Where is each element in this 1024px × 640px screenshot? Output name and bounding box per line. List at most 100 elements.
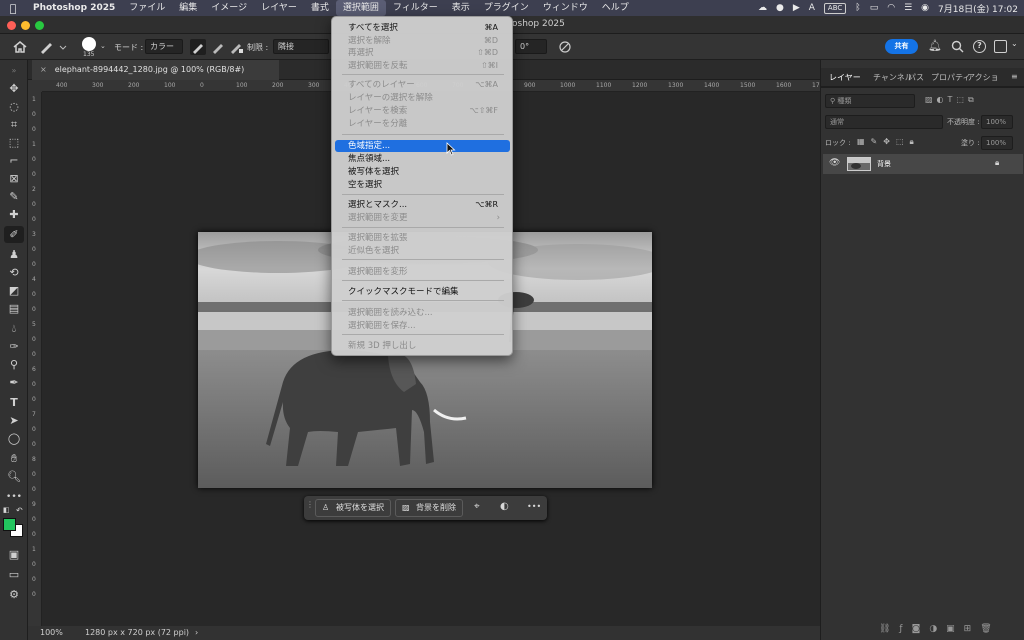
document-tab[interactable]: × elephant-8994442_1280.jpg @ 100% (RGB/8… [32, 60, 279, 80]
dodge-tool-icon[interactable]: ✑ [4, 338, 24, 355]
menu-item-new-3d-extrusion[interactable]: 新規 3D 押し出し [335, 340, 510, 352]
default-colors-icon[interactable]: ◧ [3, 506, 10, 514]
menu-file[interactable]: ファイル [122, 0, 172, 16]
blur-tool-icon[interactable]: 💧︎ [4, 320, 24, 337]
menu-edit[interactable]: 編集 [172, 0, 204, 16]
line-icon[interactable]: ● [776, 3, 784, 13]
menubar-clock[interactable]: 7月18日(金) 17:02 [938, 2, 1018, 15]
mode-select[interactable]: カラー [145, 39, 183, 54]
quick-mask-icon[interactable]: ▣ [4, 546, 24, 563]
menu-item-save-selection[interactable]: 選択範囲を保存... [335, 320, 510, 332]
ruler-origin[interactable] [28, 80, 42, 92]
menu-filter[interactable]: フィルター [386, 0, 445, 16]
search-icon[interactable] [951, 40, 964, 53]
close-tab-icon[interactable]: × [40, 65, 47, 74]
menu-item-all-layers[interactable]: すべてのレイヤー ⌥⌘A [335, 79, 510, 91]
tab-properties[interactable]: プロパティ [931, 72, 971, 83]
menu-help[interactable]: ヘルプ [595, 0, 636, 16]
panel-menu-icon[interactable]: ≡ [1011, 72, 1018, 81]
zoom-window-icon[interactable] [35, 21, 44, 30]
menu-item-select-subject[interactable]: 被写体を選択 [335, 166, 510, 178]
menu-item-isolate-layers[interactable]: レイヤーを分離 [335, 118, 510, 130]
spot-healing-icon[interactable]: ✚ [4, 206, 24, 223]
layer-filter-select[interactable]: ⚲ 種類 [825, 94, 915, 108]
menu-item-reselect[interactable]: 再選択 ⇧⌘D [335, 47, 510, 59]
more-tools-icon[interactable]: ••• [4, 488, 24, 505]
menu-item-color-range[interactable]: 色域指定... [335, 140, 510, 152]
menu-item-focus-area[interactable]: 焦点領域... [335, 153, 510, 165]
menu-plugins[interactable]: プラグイン [477, 0, 536, 16]
ellipse-tool-icon[interactable]: ◯ [4, 430, 24, 447]
adjustment-icon[interactable]: ◐ [500, 501, 509, 512]
layer-panel-footer-icons[interactable]: ⛓ƒ◙◑▣⊞🗑︎ [879, 624, 1001, 634]
zoom-level[interactable]: 100% [40, 626, 63, 640]
close-window-icon[interactable] [7, 21, 16, 30]
edit-toolbar-icon[interactable]: ⚙ [4, 586, 24, 603]
eraser-tool-icon[interactable]: ◩ [4, 282, 24, 299]
menu-item-select-and-mask[interactable]: 選択とマスク... ⌥⌘R [335, 199, 510, 211]
bluetooth-icon[interactable]: ᛒ [855, 3, 860, 13]
menu-layer[interactable]: レイヤー [254, 0, 304, 16]
lasso-tool-icon[interactable]: ◌ [4, 98, 24, 115]
move-tool-icon[interactable]: ✥ [4, 80, 24, 97]
rectangular-marquee-icon[interactable]: ⌗ [4, 116, 24, 133]
zoom-tool-icon[interactable]: 🔍︎ [4, 468, 24, 485]
color-replacement-brush-icon[interactable]: ✐ [4, 226, 24, 243]
creative-cloud-icon[interactable]: ☁ [758, 3, 767, 13]
sampling-background-swatch-icon[interactable] [228, 39, 244, 55]
foreground-color-swatch[interactable] [3, 518, 16, 531]
menu-item-load-selection[interactable]: 選択範囲を読み込む... [335, 307, 510, 319]
fill-field[interactable]: 100% [981, 136, 1013, 150]
brush-picker-chevron-icon[interactable]: ⌄ [100, 42, 106, 50]
workspace-chevron-icon[interactable]: ⌄ [1011, 39, 1021, 55]
menu-item-find-layers[interactable]: レイヤーを検索 ⌥⇧⌘F [335, 105, 510, 117]
brush-preview-icon[interactable] [82, 37, 96, 51]
angle-field[interactable]: 0° [515, 39, 547, 54]
menu-item-select-all[interactable]: すべてを選択 ⌘A [335, 22, 510, 34]
menu-type[interactable]: 書式 [304, 0, 336, 16]
remove-background-button[interactable]: ▨ 背景を削除 [395, 499, 463, 517]
tab-channels[interactable]: チャンネル [873, 72, 913, 83]
menu-item-quick-mask[interactable]: クイックマスクモードで編集 [335, 286, 510, 298]
object-selection-icon[interactable]: ⬚ [4, 134, 24, 151]
home-icon[interactable] [12, 39, 28, 55]
wifi-icon[interactable]: ◠ [887, 3, 895, 13]
more-options-icon[interactable]: ••• [527, 502, 541, 511]
frame-tool-icon[interactable]: ⊠ [4, 170, 24, 187]
sampling-once-icon[interactable] [210, 39, 226, 55]
tab-paths[interactable]: パス [908, 72, 924, 83]
layer-filter-icons[interactable]: ▨◐T⬚⧉ [925, 95, 978, 105]
status-chevron-icon[interactable]: › [195, 626, 198, 640]
siri-icon[interactable]: ◉ [921, 3, 929, 13]
help-icon[interactable]: ? [973, 40, 986, 53]
select-subject-button[interactable]: ♙ 被写体を選択 [315, 499, 391, 517]
eyedropper-tool-icon[interactable]: ✎ [4, 188, 24, 205]
pressure-size-icon[interactable] [557, 39, 573, 55]
input-mode-a-icon[interactable]: A [809, 3, 815, 13]
layer-lock-icon[interactable]: 🔒︎ [995, 158, 999, 168]
layer-row[interactable]: 👁︎ 背景 🔒︎ [823, 154, 1023, 174]
swap-colors-icon[interactable]: ↶ [16, 506, 23, 515]
document-info[interactable]: 1280 px x 720 px (72 ppi) [85, 626, 189, 640]
transform-icon[interactable]: ⌖ [474, 501, 480, 512]
menu-item-deselect-layers[interactable]: レイヤーの選択を解除 [335, 92, 510, 104]
share-button[interactable]: 共有 [885, 39, 918, 54]
control-center-icon[interactable]: ☰ [904, 3, 912, 13]
lock-icons[interactable]: ▦✎✥⬚🔒︎ [857, 137, 920, 147]
input-mode-indicator[interactable]: ABC [823, 2, 847, 14]
screen-mode-icon[interactable]: ▭ [4, 566, 24, 583]
crop-tool-icon[interactable]: ⌐ [4, 152, 24, 169]
history-brush-icon[interactable]: ⟲ [4, 264, 24, 281]
type-tool-icon[interactable]: T [4, 394, 24, 411]
tab-actions[interactable]: アクショ [967, 72, 999, 83]
pen-tool-icon[interactable]: ✒ [4, 374, 24, 391]
opacity-field[interactable]: 100% [981, 115, 1013, 129]
menu-item-grow[interactable]: 選択範囲を拡張 [335, 232, 510, 244]
menu-view[interactable]: 表示 [445, 0, 477, 16]
sampling-continuous-icon[interactable] [190, 39, 206, 55]
hand-tool-icon[interactable]: ✋︎ [4, 450, 24, 467]
gradient-tool-icon[interactable]: ▤ [4, 300, 24, 317]
battery-icon[interactable]: ▭ [870, 3, 879, 13]
clone-stamp-icon[interactable]: ♟ [4, 246, 24, 263]
tools-collapse-icon[interactable]: » [4, 62, 24, 79]
